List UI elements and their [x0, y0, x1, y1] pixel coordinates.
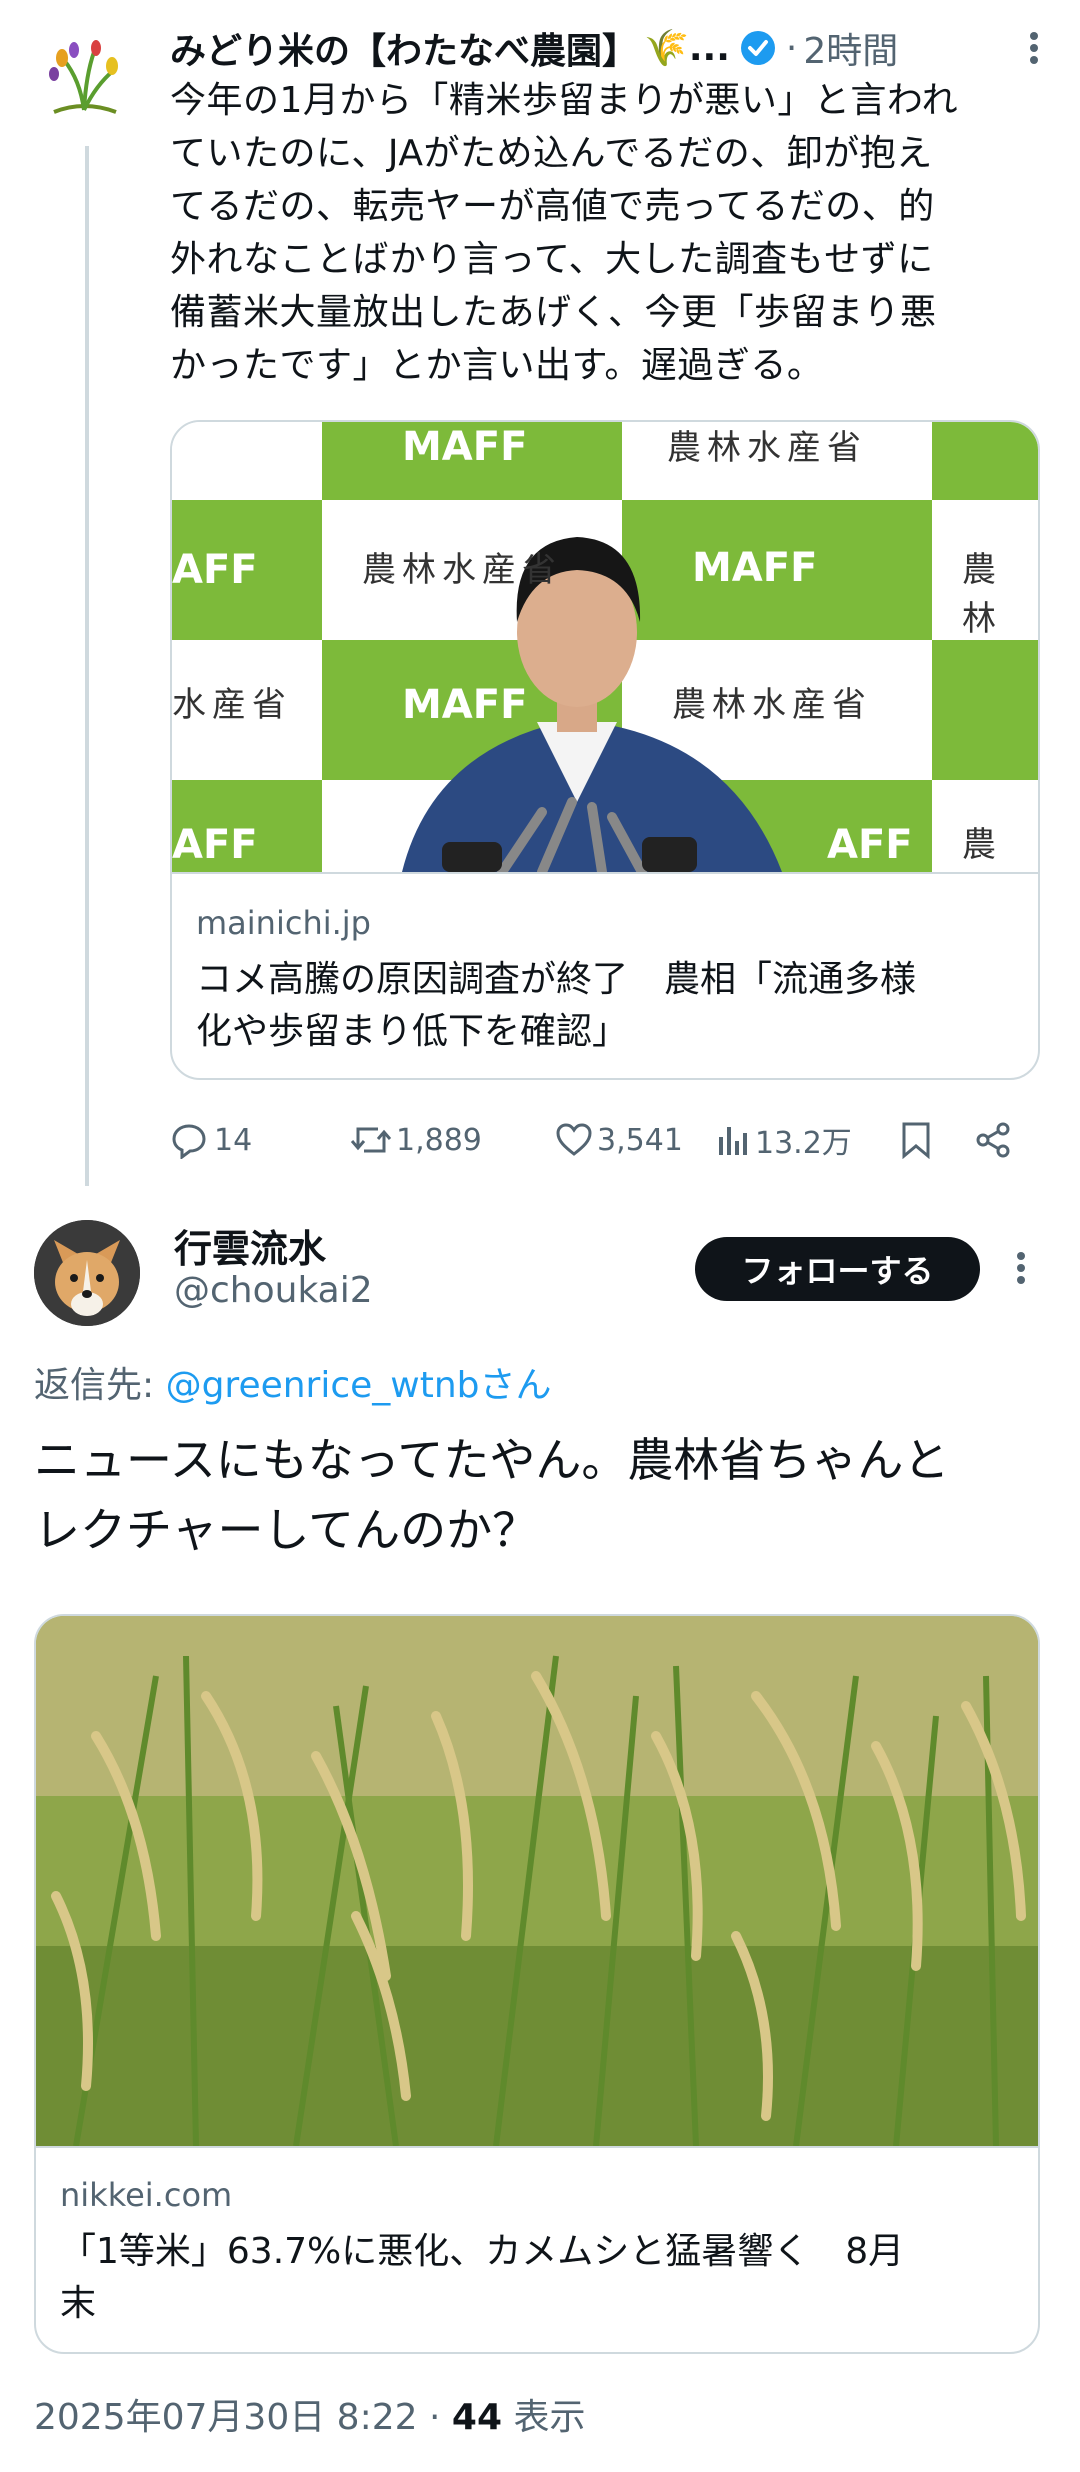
backdrop-partial-text: 農林	[962, 550, 1002, 639]
backdrop-ministry-text: 農林水産省	[672, 685, 872, 725]
backdrop-maff-text: MAFF	[692, 545, 818, 591]
tweet1-author-emoji: 🌾...	[644, 28, 730, 69]
reply-icon	[172, 1124, 206, 1159]
backdrop-maff-text: MAFF	[402, 682, 528, 728]
follow-button[interactable]: フォローする	[695, 1237, 980, 1301]
rice-field-image	[36, 1616, 1038, 2146]
views-button[interactable]: 13.2万	[715, 1118, 900, 1162]
card-title-line: コメ高騰の原因調査が終了 農相「流通多様	[196, 959, 917, 1000]
tweet2-meta-line: 2025年07月30日 8:22 · 44 表示	[34, 2388, 585, 2440]
views-chart-icon	[719, 1127, 747, 1155]
backdrop-partial-text: 農林	[962, 825, 1002, 865]
tweet2-author-name[interactable]: 行雲流水	[174, 1218, 326, 1273]
tweet1-header: みどり米の【わたなべ農園】 🌾... · 2時間	[170, 22, 1040, 74]
tweet1-text-line: 備蓄米大量放出したあげく、今更「歩留まり悪	[170, 292, 937, 333]
card-domain: mainichi.jp	[196, 904, 371, 942]
verified-badge-icon	[740, 30, 776, 66]
backdrop-partial-text: 水産省	[172, 685, 292, 725]
press-conference-image: MAFF 農林水産省 農林水産省 AFF MAFF 農林 水産省 MAFF 農林…	[172, 422, 1038, 872]
reply-to-line: 返信先: @greenrice_wtnbさん	[34, 1356, 552, 1408]
thread-connector-line	[85, 146, 89, 1186]
retweet-icon	[350, 1127, 392, 1153]
like-button[interactable]: 3,541	[555, 1122, 715, 1158]
like-count: 3,541	[597, 1122, 683, 1158]
tweet1-text: 今年の1月から「精米歩留まりが悪い」と言われ ていたのに、JAがため込んでるだの…	[170, 74, 1050, 392]
tweet1-text-line: てるだの、転売ヤーが高値で売ってるだの、的	[170, 186, 935, 227]
backdrop-aff-text: AFF	[172, 547, 258, 593]
card-footer: nikkei.com 「1等米」63.7%に悪化、カメムシと猛暑響く 8月 末	[36, 2146, 1038, 2352]
backdrop-aff-text: AFF	[172, 822, 258, 868]
share-button[interactable]	[974, 1121, 1012, 1159]
retweet-button[interactable]: 1,889	[350, 1121, 555, 1159]
card-title-line: 「1等米」63.7%に悪化、カメムシと猛暑響く 8月	[60, 2231, 905, 2272]
tweet1-text-line: ていたのに、JAがため込んでるだの、卸が抱え	[170, 133, 933, 174]
tweet1-text-line: 外れなことばかり言って、大した調査もせずに	[170, 239, 934, 280]
heart-icon	[556, 1123, 592, 1156]
tweet2-date[interactable]: 2025年07月30日 8:22	[34, 2397, 418, 2438]
tweet2-text: ニュースにもなってたやん。農林省ちゃんと レクチャーしてんのか？	[34, 1425, 1054, 1565]
reply-to-handle[interactable]: @greenrice_wtnbさん	[166, 1365, 552, 1406]
card-footer: mainichi.jp コメ高騰の原因調査が終了 農相「流通多様 化や歩留まり低…	[172, 872, 1038, 1078]
card-title-line: 末	[60, 2283, 97, 2324]
card-title-line: 化や歩留まり低下を確認」	[196, 1011, 629, 1052]
corgi-avatar-icon	[34, 1220, 140, 1326]
backdrop-ministry-text: 農林水産省	[362, 550, 562, 590]
tweet2-text-line: レクチャーしてんのか？	[34, 1503, 539, 1557]
tweet1-link-card[interactable]: MAFF 農林水産省 農林水産省 AFF MAFF 農林 水産省 MAFF 農林…	[170, 420, 1040, 1080]
more-options-icon[interactable]	[1015, 1250, 1027, 1290]
tweet1-separator: ·	[785, 27, 798, 69]
tweet2-link-card[interactable]: nikkei.com 「1等米」63.7%に悪化、カメムシと猛暑響く 8月 末	[34, 1614, 1040, 2354]
more-options-icon[interactable]	[1028, 30, 1040, 66]
author-avatar-choukai[interactable]	[34, 1220, 140, 1326]
rice-plant-logo-icon	[49, 40, 118, 114]
reply-to-prefix: 返信先:	[34, 1365, 166, 1406]
tweet2-meta-separator: ·	[428, 2397, 441, 2438]
tweet2-handle[interactable]: @choukai2	[174, 1270, 373, 1311]
tweet1-text-line: 今年の1月から「精米歩留まりが悪い」と言われ	[170, 80, 959, 121]
card-domain: nikkei.com	[60, 2176, 233, 2214]
tweet1-text-line: かったです」とか言い出す。遅過ぎる。	[170, 345, 824, 386]
reply-button[interactable]: 14	[170, 1121, 350, 1159]
bookmark-button[interactable]	[900, 1121, 974, 1159]
tweet2-views-label: 表示	[513, 2397, 586, 2438]
bookmark-icon	[902, 1122, 930, 1159]
tweet2-views-count: 44	[451, 2397, 502, 2438]
views-count: 13.2万	[755, 1126, 852, 1161]
tweet1-author-name[interactable]: みどり米の【わたなべ農園】	[170, 22, 638, 74]
retweet-count: 1,889	[396, 1122, 482, 1158]
tweet2-text-line: ニュースにもなってたやん。農林省ちゃんと	[34, 1433, 950, 1487]
share-icon	[976, 1122, 1010, 1158]
tweet1-time[interactable]: 2時間	[803, 22, 898, 74]
backdrop-aff-text: AFF	[827, 822, 913, 868]
backdrop-maff-text: MAFF	[402, 424, 528, 470]
tweet1-action-bar: 14 1,889 3,541 13.2万	[170, 1110, 1030, 1170]
author-avatar-midori[interactable]	[34, 30, 134, 130]
backdrop-ministry-text: 農林水産省	[667, 428, 867, 468]
reply-count: 14	[214, 1122, 253, 1158]
